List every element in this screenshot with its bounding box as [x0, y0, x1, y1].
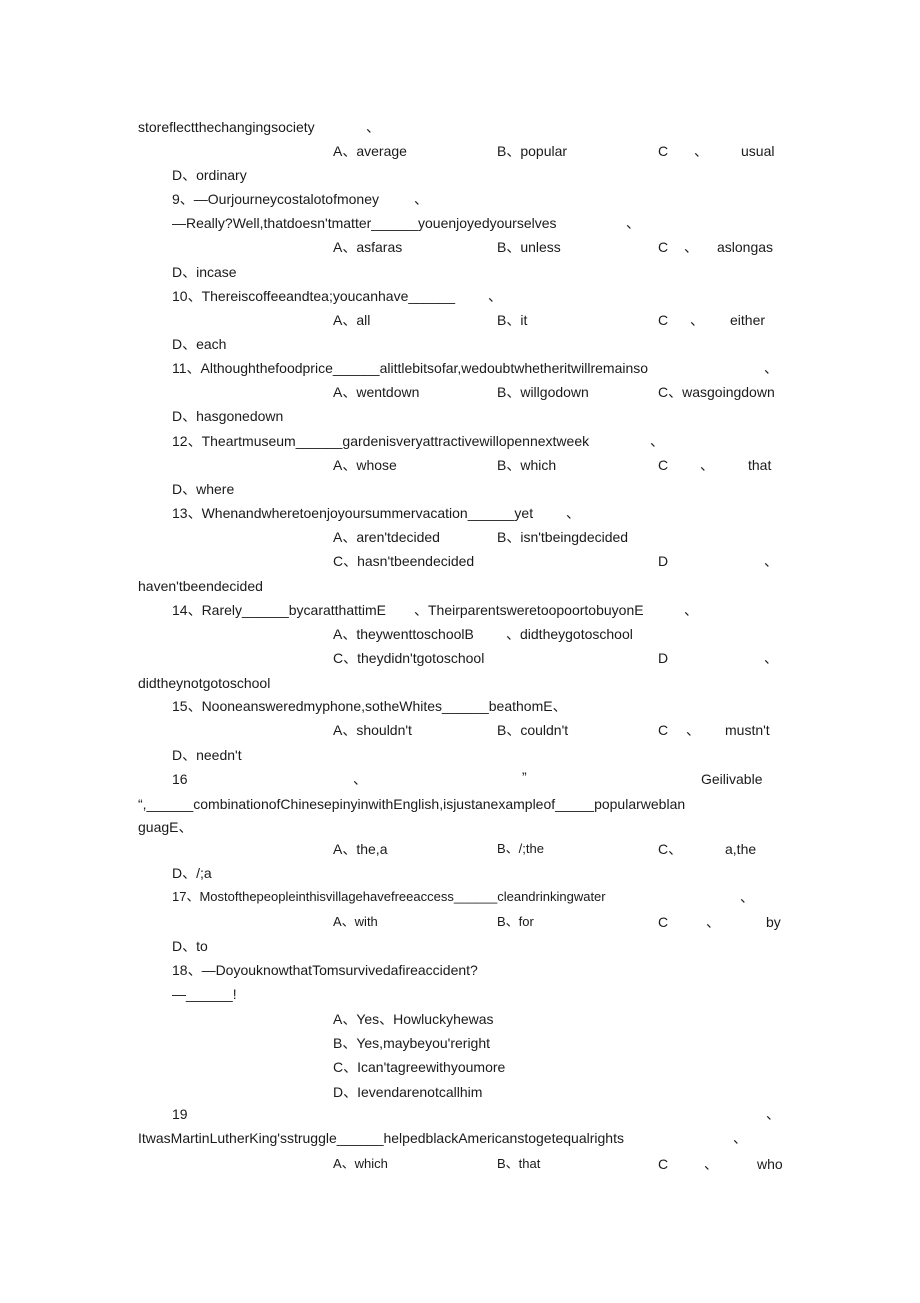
- question-17-stem: 17、Mostofthepeopleinthisvillagehavefreea…: [172, 889, 606, 904]
- question-13-option-a: A、aren'tdecided: [333, 529, 440, 545]
- question-13-option-d-letter: D: [658, 553, 669, 569]
- question-9-line-2-mark: 、: [626, 215, 640, 231]
- question-9-line-1-mark: 、: [414, 191, 428, 207]
- question-19-number-mark: 、: [766, 1106, 780, 1122]
- question-15-option-c-letter: C: [658, 722, 669, 738]
- question-10-option-b: B、it: [497, 312, 528, 328]
- question-9-line-1: 9、—Ourjourneycostalotofmoney: [172, 191, 379, 207]
- question-16-option-a: A、the,a: [333, 841, 388, 857]
- question-14-stem: 14、Rarely______bycaratthattimE: [172, 602, 387, 618]
- question-11-option-a: A、wentdown: [333, 384, 420, 400]
- question-13-mark: 、: [566, 505, 580, 521]
- question-18-option-c: C、Ican'tagreewithyoumore: [333, 1059, 506, 1075]
- question-17-mark: 、: [740, 889, 754, 905]
- question-14-option-d-sep: 、: [764, 650, 778, 666]
- question-19-option-c-letter: C: [658, 1156, 669, 1172]
- question-19-number: 19: [172, 1106, 188, 1122]
- question-10-option-c-text: either: [730, 312, 766, 328]
- question-8-stem: storeflectthechangingsociety: [138, 119, 315, 135]
- question-15-option-c-sep: 、: [686, 722, 700, 738]
- question-19-option-c-text: who: [757, 1156, 783, 1172]
- question-11-option-c: C、wasgoingdown: [658, 384, 775, 400]
- question-14-option-d-letter: D: [658, 650, 669, 666]
- question-10-option-c-letter: C: [658, 312, 669, 328]
- question-9-option-c-letter: C: [658, 239, 669, 255]
- question-16-sep: 、: [353, 771, 367, 787]
- question-13-option-c: C、hasn'tbeendecided: [333, 553, 475, 569]
- question-14-mark: 、: [684, 602, 698, 618]
- question-9-line-2: —Really?Well,thatdoesn'tmatter______youe…: [172, 215, 557, 231]
- question-8-option-c-letter: C: [658, 143, 669, 159]
- question-19-mark: 、: [733, 1130, 747, 1146]
- question-14-option-c: C、theydidn'tgotoschool: [333, 650, 485, 666]
- question-17-option-b: B、for: [497, 914, 534, 929]
- question-9-option-d: D、incase: [172, 264, 237, 280]
- question-18-option-d: D、Ievendarenotcallhim: [333, 1084, 483, 1100]
- question-16-option-c-letter: C、: [658, 841, 683, 857]
- question-16-number: 16: [172, 771, 188, 787]
- question-19-option-a: A、which: [333, 1156, 388, 1171]
- question-16-option-c-text: a,the: [725, 841, 757, 857]
- question-12-stem: 12、Theartmuseum______gardenisveryattract…: [172, 433, 590, 449]
- question-18-line-1: 18、—DoyouknowthatTomsurvivedafireacciden…: [172, 962, 478, 978]
- question-10-mark: 、: [488, 288, 502, 304]
- question-11-option-d: D、hasgonedown: [172, 408, 284, 424]
- question-17-option-a: A、with: [333, 914, 378, 929]
- question-19-option-b: B、that: [497, 1156, 541, 1171]
- question-16-line-3: guagE、: [138, 819, 193, 835]
- question-12-mark: 、: [650, 433, 664, 449]
- question-16-option-d: D、/;a: [172, 865, 212, 881]
- question-16-word: Geilivable: [701, 771, 763, 787]
- question-12-option-a: A、whose: [333, 457, 397, 473]
- question-17-option-c-sep: 、: [706, 914, 720, 930]
- question-12-option-c-text: that: [748, 457, 772, 473]
- question-8-mark: 、: [366, 119, 380, 135]
- question-8-option-d: D、ordinary: [172, 167, 247, 183]
- question-13-option-b: B、isn'tbeingdecided: [497, 529, 629, 545]
- question-14-option-b: 、didtheygotoschool: [506, 626, 633, 642]
- question-8-option-c-sep: 、: [694, 143, 708, 159]
- question-14-option-a: A、theywenttoschoolB: [333, 626, 474, 642]
- question-19-stem: ItwasMartinLutherKing'sstruggle______hel…: [138, 1130, 624, 1146]
- question-12-option-d: D、where: [172, 481, 235, 497]
- question-9-option-a: A、asfaras: [333, 239, 403, 255]
- question-15-stem: 15、Nooneansweredmyphone,sotheWhites_____…: [172, 698, 567, 714]
- question-13-option-d-text: haven'tbeendecided: [138, 578, 263, 594]
- question-16-line-2: “,______combinationofChinesepinyinwithEn…: [138, 796, 686, 812]
- question-13-stem: 13、Whenandwheretoenjoyoursummervacation_…: [172, 505, 534, 521]
- question-10-stem: 10、Thereiscoffeeandtea;youcanhave______: [172, 288, 456, 304]
- question-9-option-c-text: aslongas: [717, 239, 774, 255]
- question-15-option-b: B、couldn't: [497, 722, 569, 738]
- question-12-option-c-letter: C: [658, 457, 669, 473]
- question-14-option-d-text: didtheynotgotoschool: [138, 675, 271, 691]
- question-8-option-b: B、popular: [497, 143, 568, 159]
- question-18-line-2: —______!: [172, 986, 237, 1002]
- question-11-stem: 11、Althoughthefoodprice______alittlebits…: [172, 360, 649, 376]
- question-9-option-b: B、unless: [497, 239, 561, 255]
- question-16-option-b: B、/;the: [497, 841, 544, 856]
- question-19-option-c-sep: 、: [704, 1156, 718, 1172]
- question-18-option-b: B、Yes,maybeyou'reright: [333, 1035, 491, 1051]
- question-15-option-a: A、shouldn't: [333, 722, 412, 738]
- question-14-stem-mid: 、TheirparentsweretoopoortobuyonE: [414, 602, 644, 618]
- question-17-option-c-letter: C: [658, 914, 669, 930]
- question-11-option-b: B、willgodown: [497, 384, 589, 400]
- question-12-option-b: B、which: [497, 457, 557, 473]
- question-12-option-c-sep: 、: [700, 457, 714, 473]
- question-8-option-c-text: usual: [741, 143, 775, 159]
- question-8-option-a: A、average: [333, 143, 407, 159]
- question-15-option-d: D、needn't: [172, 747, 242, 763]
- question-16-quote: ”: [522, 769, 527, 785]
- question-15-option-c-text: mustn't: [725, 722, 770, 738]
- question-10-option-a: A、all: [333, 312, 371, 328]
- question-17-option-c-text: by: [766, 914, 781, 930]
- question-10-option-c-sep: 、: [690, 312, 704, 328]
- question-18-option-a: A、Yes、Howluckyhewas: [333, 1011, 494, 1027]
- question-10-option-d: D、each: [172, 336, 227, 352]
- question-9-option-c-sep: 、: [684, 239, 698, 255]
- question-11-mark: 、: [764, 360, 778, 376]
- question-13-option-d-sep: 、: [764, 553, 778, 569]
- question-17-option-d: D、to: [172, 938, 208, 954]
